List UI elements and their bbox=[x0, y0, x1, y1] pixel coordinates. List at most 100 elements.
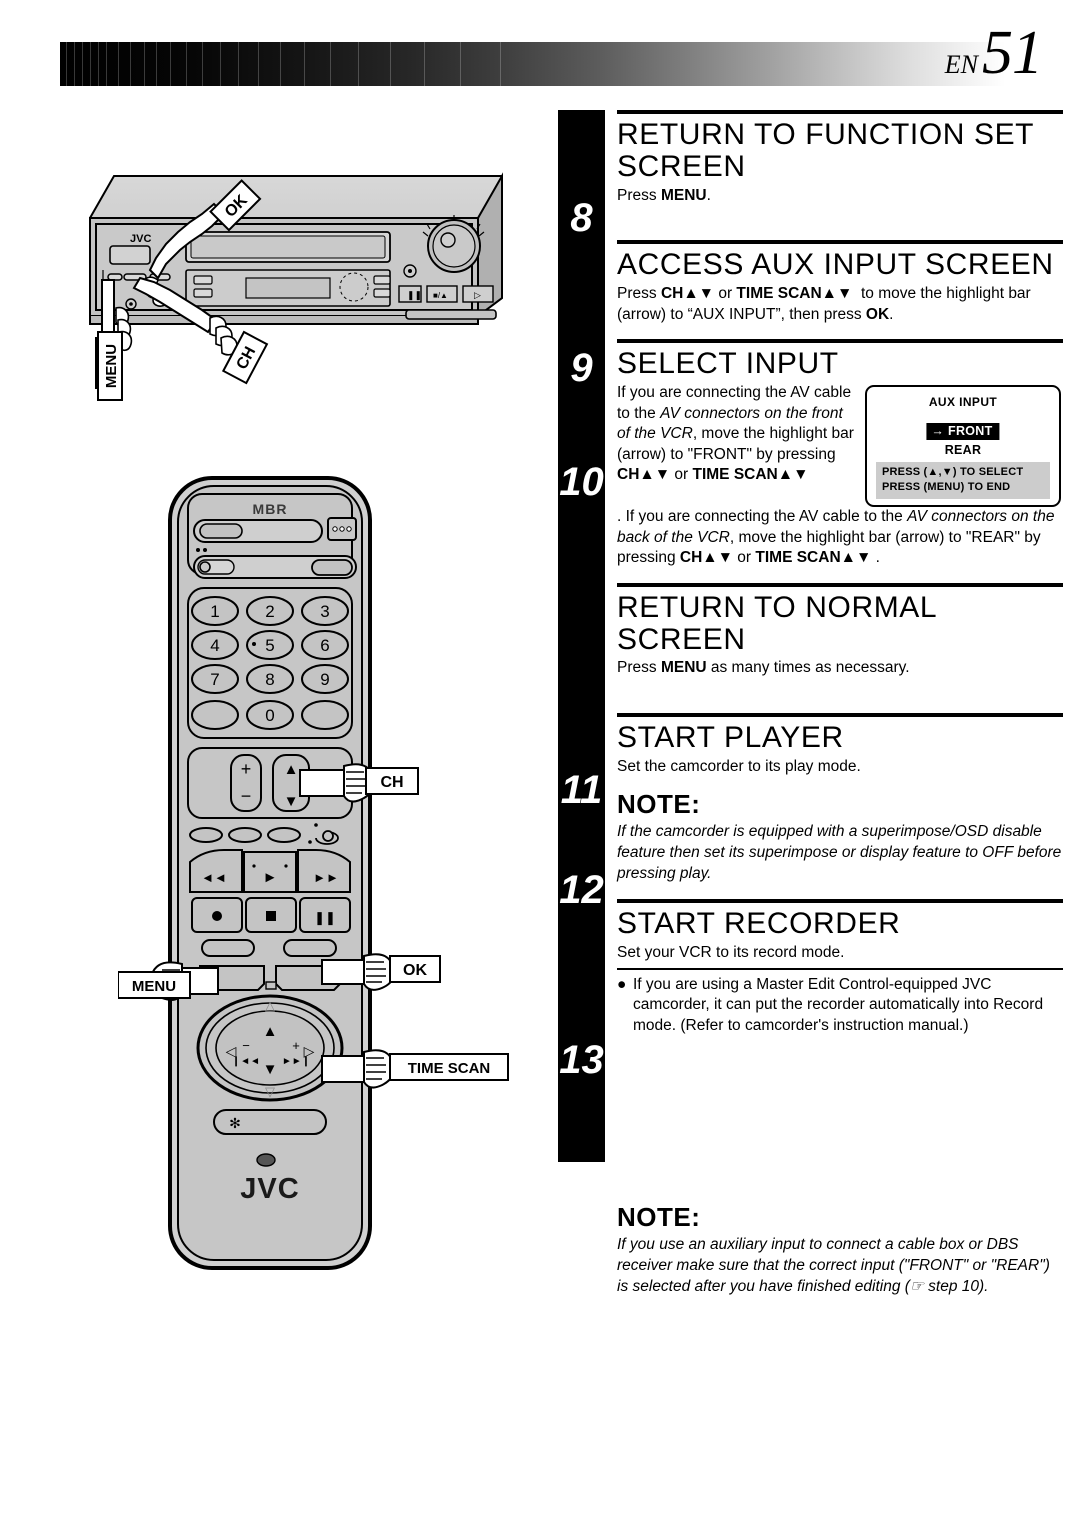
step-number-9: 9 bbox=[570, 346, 593, 390]
remote-jog-minus: − bbox=[242, 1038, 250, 1053]
bullet-item-step-13: ● If you are using a Master Edit Control… bbox=[617, 975, 1063, 1037]
remote-key-4: 4 bbox=[210, 636, 219, 655]
svg-text:▲: ▲ bbox=[284, 761, 299, 778]
remote-ch-hand-pointer bbox=[299, 763, 375, 803]
section-step-11: RETURN TO NORMAL SCREEN Press MENU as ma… bbox=[617, 582, 1063, 713]
note-body-step-12: If the camcorder is equipped with a supe… bbox=[617, 823, 1062, 883]
header-gradient-bar bbox=[60, 42, 1005, 86]
page-language-code: EN bbox=[944, 50, 978, 79]
bottom-note-heading: NOTE: bbox=[617, 1202, 701, 1232]
section-divider bbox=[617, 110, 1063, 114]
svg-text:❚❚: ❚❚ bbox=[407, 290, 422, 301]
step-number-12: 12 bbox=[559, 868, 604, 912]
osd-arrow-icon: → bbox=[931, 424, 945, 439]
section-step-9: ACCESS AUX INPUT SCREEN Press CH▲▼ or TI… bbox=[617, 240, 1063, 339]
page-number-block: EN 51 bbox=[944, 18, 1043, 89]
step-number-8: 8 bbox=[570, 196, 593, 240]
svg-text:❙◄◄: ❙◄◄ bbox=[232, 1056, 260, 1067]
remote-ch-callout: CH bbox=[365, 767, 419, 795]
vcr-illustration: JVC ❚❚ ■/▲ ▷ OK CH MENU bbox=[62, 158, 522, 408]
bottom-note-body: If you use an auxiliary input to connect… bbox=[617, 1236, 1050, 1295]
remote-ok-hand-pointer bbox=[321, 953, 395, 991]
section-step-8: RETURN TO FUNCTION SET SCREEN Press MENU… bbox=[617, 110, 1063, 240]
osd-option-rear[interactable]: REAR bbox=[867, 443, 1059, 457]
remote-key-3: 3 bbox=[320, 602, 329, 621]
note-heading-step-12: NOTE: bbox=[617, 789, 701, 820]
bottom-note-block: NOTE: If you use an auxiliary input to c… bbox=[617, 1190, 1063, 1298]
remote-volume-plus: + bbox=[241, 759, 252, 779]
section-step-12: START PLAYER Set the camcorder to its pl… bbox=[617, 713, 1063, 899]
section-divider bbox=[617, 339, 1063, 344]
svg-text:▼: ▼ bbox=[284, 793, 299, 810]
bullet-dot-icon: ● bbox=[617, 975, 627, 993]
remote-key-2: 2 bbox=[265, 602, 274, 621]
page-header: EN 51 bbox=[0, 0, 1080, 100]
osd-option-front-label: FRONT bbox=[948, 424, 993, 439]
section-step-10: SELECT INPUT If you are connecting the A… bbox=[617, 339, 1063, 583]
section-body-step-9: Press CH▲▼ or TIME SCAN▲▼ to move the hi… bbox=[617, 285, 1031, 323]
section-body-step-11: Press MENU as many times as necessary. bbox=[617, 659, 910, 677]
illustration-column: JVC ❚❚ ■/▲ ▷ OK CH MENU MBR 1 2 3 4 5 6 … bbox=[0, 100, 540, 1430]
svg-text:◄◄: ◄◄ bbox=[201, 870, 227, 885]
vcr-menu-callout-label: MENU bbox=[103, 344, 120, 388]
svg-text:▽: ▽ bbox=[265, 1084, 275, 1099]
section-divider bbox=[617, 240, 1063, 245]
section-step-13: START RECORDER Set your VCR to its recor… bbox=[617, 899, 1063, 1036]
section-body-step-12: Set the camcorder to its play mode. bbox=[617, 757, 861, 775]
remote-timescan-callout: TIME SCAN bbox=[389, 1053, 509, 1081]
remote-key-8: 8 bbox=[265, 670, 274, 689]
remote-timescan-callout-label: TIME SCAN bbox=[408, 1060, 491, 1077]
svg-text:■/▲: ■/▲ bbox=[433, 291, 448, 300]
svg-text:✻: ✻ bbox=[229, 1115, 241, 1131]
remote-key-1: 1 bbox=[210, 602, 219, 621]
remote-illustration: MBR 1 2 3 4 5 6 7 8 9 0 + − ▲ ▼ ◄◄ ► ►► … bbox=[118, 470, 518, 1280]
section-body-step-13: Set your VCR to its record mode. bbox=[617, 944, 845, 962]
remote-brand-label: JVC bbox=[240, 1173, 299, 1205]
remote-timescan-hand-pointer bbox=[321, 1049, 395, 1089]
remote-ok-callout: OK bbox=[389, 955, 441, 983]
section-title-return-to-normal-screen: RETURN TO NORMAL SCREEN bbox=[617, 590, 937, 656]
step-number-13: 13 bbox=[559, 1038, 604, 1082]
vcr-menu-callout: MENU bbox=[97, 331, 123, 401]
remote-key-5: 5 bbox=[265, 636, 274, 655]
remote-ok-callout-label: OK bbox=[403, 962, 427, 979]
osd-title: AUX INPUT bbox=[928, 395, 998, 410]
svg-text:▲: ▲ bbox=[263, 1023, 278, 1040]
remote-volume-minus: − bbox=[241, 786, 252, 806]
svg-text:►: ► bbox=[263, 869, 278, 886]
remote-mbr-logo: MBR bbox=[253, 501, 288, 517]
section-body-step-8: Press MENU. bbox=[617, 186, 711, 204]
svg-text:❚❚: ❚❚ bbox=[314, 910, 336, 926]
osd-footer-line-1: PRESS (▲,▼) TO SELECT bbox=[882, 466, 1024, 479]
bullet-divider bbox=[617, 967, 1063, 970]
step-number-bar: 8 9 10 11 12 13 bbox=[558, 110, 605, 1162]
remote-jog-plus: + bbox=[292, 1038, 300, 1053]
osd-footer: PRESS (▲,▼) TO SELECT PRESS (MENU) TO EN… bbox=[876, 462, 1050, 500]
svg-text:►►❙: ►►❙ bbox=[282, 1056, 310, 1067]
section-title-start-recorder: START RECORDER bbox=[617, 907, 901, 941]
svg-text:►►: ►► bbox=[313, 870, 339, 885]
remote-menu-callout: MENU bbox=[118, 971, 191, 999]
step-number-10: 10 bbox=[559, 460, 604, 504]
remote-menu-callout-label: MENU bbox=[132, 978, 176, 995]
remote-ch-callout-label: CH bbox=[380, 774, 403, 791]
osd-footer-line-2: PRESS (MENU) TO END bbox=[882, 481, 1011, 494]
step-number-11: 11 bbox=[560, 768, 603, 812]
section-title-return-to-function-set-screen: RETURN TO FUNCTION SET SCREEN bbox=[617, 118, 1034, 183]
section-title-access-aux-input-screen: ACCESS AUX INPUT SCREEN bbox=[617, 248, 1054, 282]
svg-text:▷: ▷ bbox=[474, 290, 481, 300]
section-divider bbox=[617, 899, 1063, 904]
osd-option-front[interactable]: → FRONT bbox=[926, 423, 1000, 441]
page-number: 51 bbox=[982, 19, 1043, 87]
section-title-select-input: SELECT INPUT bbox=[617, 347, 839, 381]
section-body-step-10-part1: If you are connecting the AV cable to th… bbox=[617, 384, 854, 484]
bullet-text-step-13: If you are using a Master Edit Control-e… bbox=[633, 975, 1044, 1034]
section-divider bbox=[617, 582, 1063, 587]
svg-text:△: △ bbox=[265, 998, 275, 1013]
section-body-step-10-part2: . If you are connecting the AV cable to … bbox=[617, 508, 1055, 567]
sections-wrapper: RETURN TO FUNCTION SET SCREEN Press MENU… bbox=[617, 110, 1063, 1036]
section-divider bbox=[617, 713, 1063, 718]
vcr-brand-label: JVC bbox=[130, 233, 151, 245]
section-title-start-player: START PLAYER bbox=[617, 721, 844, 755]
osd-aux-input-screen: AUX INPUT → FRONT REAR PRESS (▲,▼) TO SE… bbox=[865, 385, 1061, 508]
